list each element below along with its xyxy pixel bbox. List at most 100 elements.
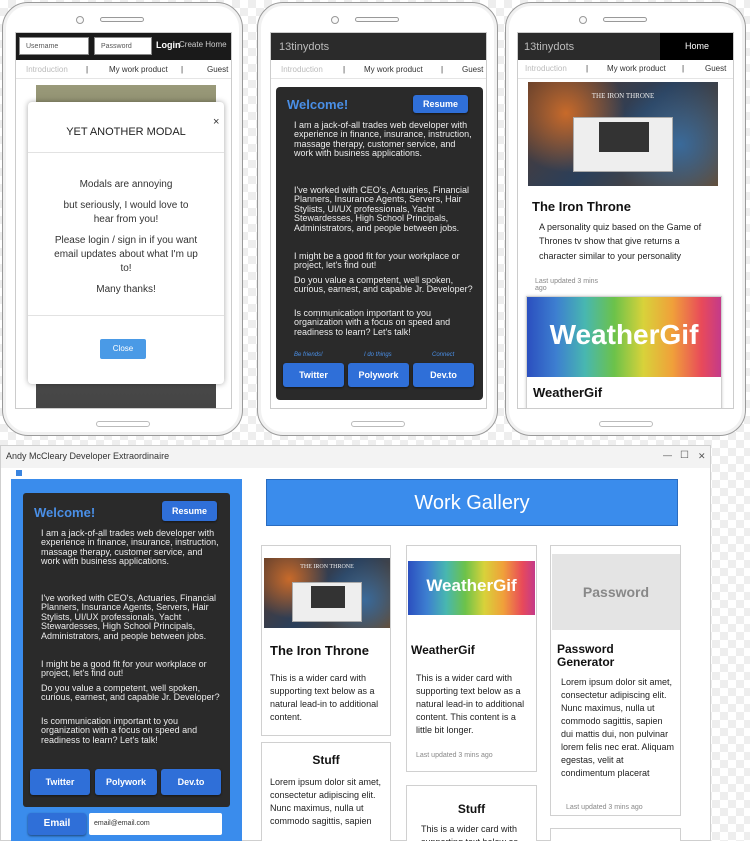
- modal-line: Please login / sign in if you want email…: [54, 235, 198, 274]
- password-banner: Password: [552, 554, 680, 630]
- card-text: Lorem ipsum dolor sit amet, consectetur …: [270, 777, 382, 827]
- resume-button[interactable]: Resume: [413, 95, 468, 113]
- modal-body: Modals are annoying but seriously, I wou…: [53, 178, 199, 297]
- modal-dialog: YET ANOTHER MODAL × Modals are annoying …: [28, 102, 224, 384]
- project-card[interactable]: [550, 828, 681, 841]
- intro-panel: Welcome! Resume I am a jack-of-all trade…: [23, 493, 230, 807]
- project-card[interactable]: WeatherGif WeatherGif This is a wider ca…: [406, 545, 537, 772]
- nav-guest[interactable]: Guest: [207, 65, 228, 74]
- minimize-icon[interactable]: —: [663, 450, 672, 460]
- project-card[interactable]: Stuff This is a wider card with supporti…: [406, 785, 537, 841]
- polywork-button[interactable]: Polywork: [95, 769, 157, 795]
- home-bar: [598, 421, 653, 427]
- divider: [28, 152, 224, 153]
- camera: [331, 16, 339, 24]
- modal-close-button[interactable]: Close: [100, 339, 146, 359]
- thumbnail-site: [292, 582, 362, 622]
- login-button[interactable]: Login: [156, 40, 181, 50]
- home-tab[interactable]: Home: [660, 33, 733, 60]
- desktop-window: Andy McCleary Developer Extraordinaire —…: [0, 445, 711, 841]
- modal-title: YET ANOTHER MODAL: [66, 126, 186, 138]
- nav-work-product[interactable]: My work product: [109, 65, 168, 74]
- twitter-button[interactable]: Twitter: [283, 363, 344, 387]
- nav-bar: Introduction | My work product | Guest: [16, 61, 231, 79]
- window-title: Andy McCleary Developer Extraordinaire: [6, 451, 170, 461]
- email-button[interactable]: Email: [28, 813, 86, 835]
- intro-paragraph: Do you value a competent, well spoken, c…: [41, 683, 220, 703]
- phone-screen-3: 13tinydots Home Introduction | My work p…: [517, 32, 734, 409]
- password-input[interactable]: Password: [94, 37, 152, 55]
- intro-paragraph: I might be a good fit for your workplace…: [294, 251, 460, 271]
- nav-introduction[interactable]: Introduction: [525, 64, 567, 73]
- polywork-button[interactable]: Polywork: [348, 363, 409, 387]
- project-card[interactable]: THE IRON THRONE The Iron Throne This is …: [261, 545, 391, 736]
- home-bar: [95, 421, 150, 427]
- top-bar: 13tinydots: [271, 33, 486, 60]
- nav-work-product[interactable]: My work product: [364, 65, 423, 74]
- gallery-header: Work Gallery: [266, 479, 678, 526]
- card-text: A personality quiz based on the Game of …: [539, 222, 702, 261]
- card-text: This is a wider card with supporting tex…: [416, 673, 525, 736]
- nav-divider: |: [682, 64, 685, 73]
- nav-introduction[interactable]: Introduction: [26, 65, 68, 74]
- maximize-icon[interactable]: ☐: [680, 450, 689, 461]
- resume-button[interactable]: Resume: [162, 501, 217, 521]
- project-card[interactable]: THE IRON THRONE The Iron Throne A person…: [528, 82, 720, 297]
- devto-button[interactable]: Dev.to: [413, 363, 474, 387]
- close-icon[interactable]: ×: [213, 116, 219, 128]
- home-bar: [350, 421, 405, 427]
- nav-introduction[interactable]: Introduction: [281, 65, 323, 74]
- nav-bar: Introduction | My work product | Guest: [271, 61, 486, 79]
- sidebar: Welcome! Resume I am a jack-of-all trade…: [11, 479, 242, 841]
- intro-paragraph: Do you value a competent, well spoken, c…: [294, 275, 473, 295]
- card-title: Password Generator: [557, 642, 615, 670]
- project-card[interactable]: Password Password Generator Lorem ipsum …: [550, 545, 681, 816]
- intro-paragraph: I've worked with CEO's, Actuaries, Finan…: [294, 185, 470, 233]
- phone-frame-1: Username Password Login Create Home Intr…: [2, 2, 243, 436]
- iron-throne-thumbnail: THE IRON THRONE: [528, 82, 718, 186]
- username-input[interactable]: Username: [19, 37, 89, 55]
- welcome-heading: Welcome!: [34, 505, 96, 520]
- twitter-button[interactable]: Twitter: [30, 769, 90, 795]
- phone-screen-1: Username Password Login Create Home Intr…: [15, 32, 232, 409]
- nav-divider: |: [441, 65, 444, 74]
- label-connect: Connect: [432, 352, 455, 358]
- intro-paragraph: Is communication important to you organi…: [294, 308, 451, 337]
- nav-divider: |: [181, 65, 184, 74]
- card-title: Stuff: [312, 753, 340, 767]
- card-title: The Iron Throne: [270, 643, 369, 658]
- intro-paragraph: I am a jack-of-all trades web developer …: [294, 120, 472, 159]
- last-updated: Last updated 3 mins ago: [535, 278, 599, 292]
- login-bar: Username Password Login Create Home: [16, 33, 231, 60]
- card-title: The Iron Throne: [532, 199, 631, 214]
- card-text: This is a wider card with supporting tex…: [270, 673, 379, 723]
- thumbnail-title: THE IRON THRONE: [300, 564, 354, 570]
- card-text: This is a wider card with supporting tex…: [421, 824, 518, 841]
- nav-work-product[interactable]: My work product: [607, 64, 666, 73]
- iron-throne-thumbnail: THE IRON THRONE: [264, 558, 390, 628]
- phone-frame-3: 13tinydots Home Introduction | My work p…: [505, 2, 746, 436]
- phone-screen-2: 13tinydots Introduction | My work produc…: [270, 32, 487, 409]
- devto-button[interactable]: Dev.to: [161, 769, 221, 795]
- last-updated: Last updated 3 mins ago: [566, 804, 643, 811]
- brand[interactable]: 13tinydots: [279, 41, 329, 53]
- intro-paragraph: I am a jack-of-all trades web developer …: [41, 528, 219, 567]
- email-input[interactable]: email@email.com: [89, 813, 222, 835]
- close-icon[interactable]: ✕: [698, 451, 706, 462]
- nav-guest[interactable]: Guest: [705, 64, 726, 73]
- intro-paragraph: I might be a good fit for your workplace…: [41, 659, 207, 679]
- modal-line: Modals are annoying: [79, 179, 173, 190]
- blue-marker: [16, 470, 22, 476]
- top-bar: 13tinydots Home: [518, 33, 733, 60]
- nav-guest[interactable]: Guest: [462, 65, 483, 74]
- project-card[interactable]: Stuff Lorem ipsum dolor sit amet, consec…: [261, 742, 391, 841]
- phone-frame-2: 13tinydots Introduction | My work produc…: [257, 2, 498, 436]
- nav-divider: |: [343, 65, 346, 74]
- create-home-link[interactable]: Create Home: [179, 40, 227, 49]
- brand[interactable]: 13tinydots: [524, 41, 574, 53]
- project-card[interactable]: WeatherGif WeatherGif: [526, 296, 722, 408]
- weathergif-banner: WeatherGif: [408, 561, 535, 615]
- speaker: [100, 17, 144, 22]
- nav-divider: |: [86, 65, 89, 74]
- weathergif-banner: WeatherGif: [527, 297, 721, 377]
